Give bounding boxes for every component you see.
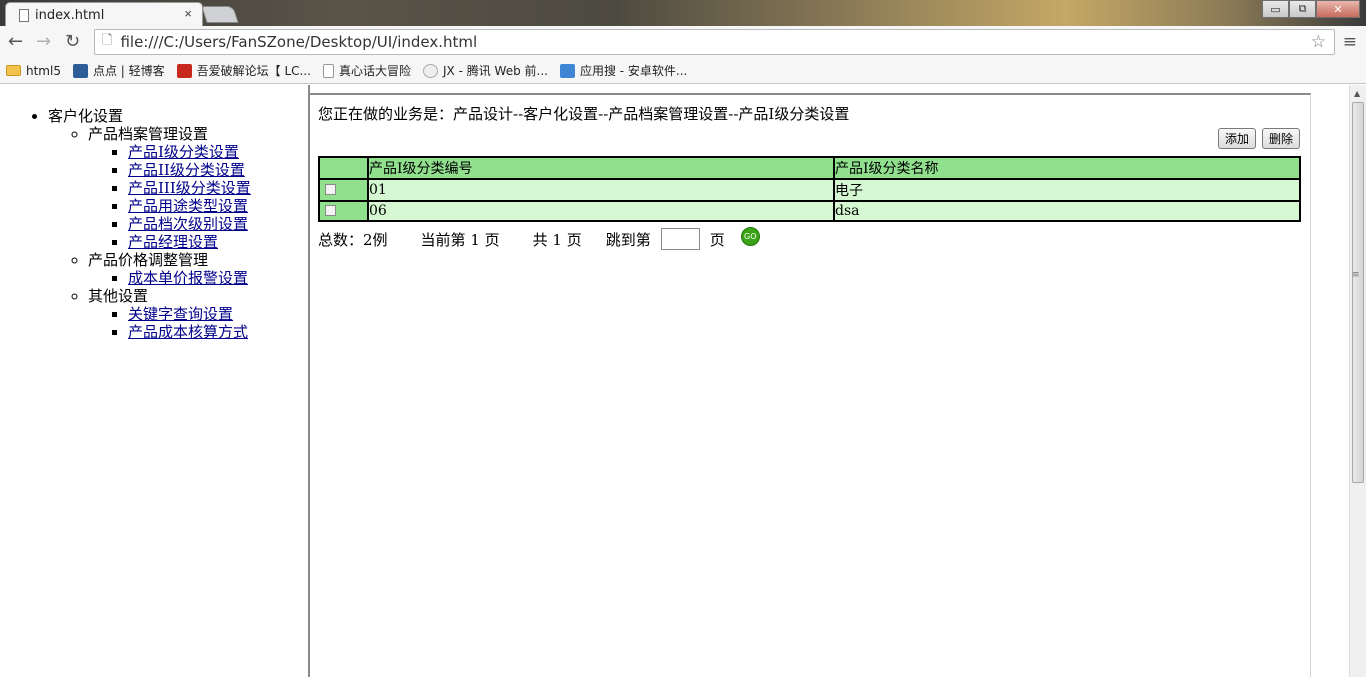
go-button[interactable]: GO	[740, 226, 760, 246]
back-arrow-icon[interactable]: ←	[8, 31, 23, 52]
table-header-row: 产品I级分类编号 产品I级分类名称	[318, 156, 1301, 180]
row-select-cell	[318, 178, 369, 202]
restore-button[interactable]: ⧉	[1289, 0, 1316, 18]
cell-category-name: 电子	[833, 178, 1301, 202]
page-icon	[322, 63, 334, 78]
menu-link-level2-category[interactable]: 产品II级分类设置	[128, 161, 245, 179]
total-count: 总数：2例	[318, 230, 388, 249]
sidebar-menu: 客户化设置 产品档案管理设置 产品I级分类设置 产品II级分类设置 产品III级…	[0, 85, 308, 677]
tab-close-icon[interactable]: ×	[184, 6, 192, 21]
total-pages: 共 1 页	[532, 230, 582, 249]
add-button[interactable]: 添加	[1217, 128, 1256, 149]
forward-arrow-icon[interactable]: →	[36, 31, 51, 52]
menu-group-label: 其他设置	[88, 287, 149, 305]
scrollbar-thumb[interactable]	[1352, 102, 1364, 483]
menu-link-usage-type[interactable]: 产品用途类型设置	[128, 197, 248, 215]
menu-root-item: 客户化设置 产品档案管理设置 产品I级分类设置 产品II级分类设置 产品III级…	[48, 107, 251, 341]
menu-link-level1-category[interactable]: 产品I级分类设置	[128, 143, 239, 161]
search-icon	[559, 63, 575, 78]
menu-group-label: 产品价格调整管理	[88, 251, 209, 269]
menu-link-cost-accounting[interactable]: 产品成本核算方式	[128, 323, 248, 341]
bookmark-52pojie[interactable]: 吾爱破解论坛【 LC...	[176, 62, 311, 79]
bookmarks-bar: html5 点点 | 轻博客 吾爱破解论坛【 LC... 真心话大冒险 JX -…	[0, 58, 1366, 84]
menu-link-keyword-query[interactable]: 关键字查询设置	[128, 305, 233, 323]
new-tab-button[interactable]	[201, 6, 239, 23]
scroll-up-arrow-icon[interactable]: ▲	[1354, 89, 1360, 98]
window-controls: ▭ ⧉ ✕	[1262, 0, 1360, 18]
menu-group-label: 产品档案管理设置	[88, 125, 209, 143]
menu-root-label: 客户化设置	[48, 107, 124, 125]
menu-groups: 产品档案管理设置 产品I级分类设置 产品II级分类设置 产品III级分类设置 产…	[48, 125, 251, 341]
bookmark-star-icon[interactable]: ☆	[1311, 32, 1326, 52]
menu-group-price: 产品价格调整管理 成本单价报警设置	[88, 251, 251, 287]
browser-toolbar: ← → ↻ 🗋 file:///C:/Users/FanSZone/Deskto…	[0, 26, 1366, 58]
bookmark-label: 真心话大冒险	[338, 64, 411, 78]
table-row: 01 电子	[318, 178, 1301, 202]
folder-icon	[6, 65, 21, 76]
bookmark-diandian[interactable]: 点点 | 轻博客	[72, 62, 165, 79]
jump-suffix: 页	[709, 230, 725, 249]
menu-group-other: 其他设置 关键字查询设置 产品成本核算方式	[88, 287, 251, 341]
category-table: 产品I级分类编号 产品I级分类名称 01 电子 06 dsa	[318, 156, 1301, 222]
jump-page-input[interactable]	[660, 228, 700, 250]
menu-group-items: 产品I级分类设置 产品II级分类设置 产品III级分类设置 产品用途类型设置 产…	[88, 143, 251, 251]
document-icon	[19, 8, 29, 22]
menu-group-items: 成本单价报警设置	[88, 269, 251, 287]
tab-title: index.html	[35, 7, 105, 23]
header-category-code: 产品I级分类编号	[367, 156, 835, 180]
reload-icon[interactable]: ↻	[65, 31, 80, 52]
bookmark-label: 吾爱破解论坛【 LC...	[196, 64, 311, 78]
delete-button[interactable]: 删除	[1261, 128, 1300, 149]
bookmark-label: JX - 腾讯 Web 前...	[443, 64, 548, 78]
action-buttons: 添加 删除	[1217, 128, 1300, 149]
52pojie-icon	[176, 63, 192, 78]
scroll-grip-icon: ≡	[1352, 270, 1360, 280]
menu-link-cost-alert[interactable]: 成本单价报警设置	[128, 269, 248, 287]
cell-category-code: 06	[367, 200, 835, 222]
vertical-scrollbar[interactable]: ▲ ≡	[1349, 85, 1366, 677]
table-row: 06 dsa	[318, 200, 1301, 222]
bookmark-truth-or-dare[interactable]: 真心话大冒险	[322, 62, 411, 79]
address-bar[interactable]: 🗋 file:///C:/Users/FanSZone/Desktop/UI/i…	[94, 29, 1335, 55]
bookmark-yingyongsou[interactable]: 应用搜 - 安卓软件...	[559, 62, 688, 79]
header-category-name: 产品I级分类名称	[833, 156, 1301, 180]
page-viewport: 客户化设置 产品档案管理设置 产品I级分类设置 产品II级分类设置 产品III级…	[0, 85, 1349, 677]
minimize-button[interactable]: ▭	[1262, 0, 1289, 18]
breadcrumb: 您正在做的业务是：产品设计--客户化设置--产品档案管理设置--产品I级分类设置	[318, 105, 850, 123]
url-text[interactable]: file:///C:/Users/FanSZone/Desktop/UI/ind…	[120, 33, 477, 51]
tab-index-html[interactable]: index.html ×	[5, 2, 203, 27]
close-window-button[interactable]: ✕	[1316, 0, 1360, 18]
menu-link-product-manager[interactable]: 产品经理设置	[128, 233, 218, 251]
menu-group-items: 关键字查询设置 产品成本核算方式	[88, 305, 251, 341]
bookmark-html5[interactable]: html5	[6, 64, 61, 78]
cell-category-code: 01	[367, 178, 835, 202]
diandian-icon	[72, 63, 88, 78]
menu-link-grade-level[interactable]: 产品档次级别设置	[128, 215, 248, 233]
menu-link-level3-category[interactable]: 产品III级分类设置	[128, 179, 251, 197]
current-page: 当前第 1 页	[420, 230, 500, 249]
bookmark-label: 应用搜 - 安卓软件...	[579, 64, 688, 78]
jump-prefix: 跳到第	[605, 230, 651, 249]
menu-group-archive: 产品档案管理设置 产品I级分类设置 产品II级分类设置 产品III级分类设置 产…	[88, 125, 251, 251]
chrome-menu-icon[interactable]: ≡	[1343, 32, 1357, 52]
row-checkbox[interactable]	[325, 204, 336, 216]
egg-icon	[423, 63, 438, 78]
header-select-cell	[318, 156, 369, 180]
bookmark-label: 点点 | 轻博客	[92, 64, 165, 78]
row-select-cell	[318, 200, 369, 222]
bookmark-jx-tencent[interactable]: JX - 腾讯 Web 前...	[423, 62, 548, 79]
bookmark-label: html5	[26, 63, 61, 78]
page-icon: 🗋	[102, 33, 113, 48]
cell-category-name: dsa	[833, 200, 1301, 222]
row-checkbox[interactable]	[325, 183, 336, 195]
pagination: 总数：2例 当前第 1 页 共 1 页 跳到第 页 GO	[318, 226, 760, 250]
window-titlebar: index.html × ▭ ⧉ ✕	[0, 0, 1366, 27]
content-frame: 您正在做的业务是：产品设计--客户化设置--产品档案管理设置--产品I级分类设置…	[310, 93, 1311, 677]
menu-tree: 客户化设置 产品档案管理设置 产品I级分类设置 产品II级分类设置 产品III级…	[48, 107, 251, 341]
